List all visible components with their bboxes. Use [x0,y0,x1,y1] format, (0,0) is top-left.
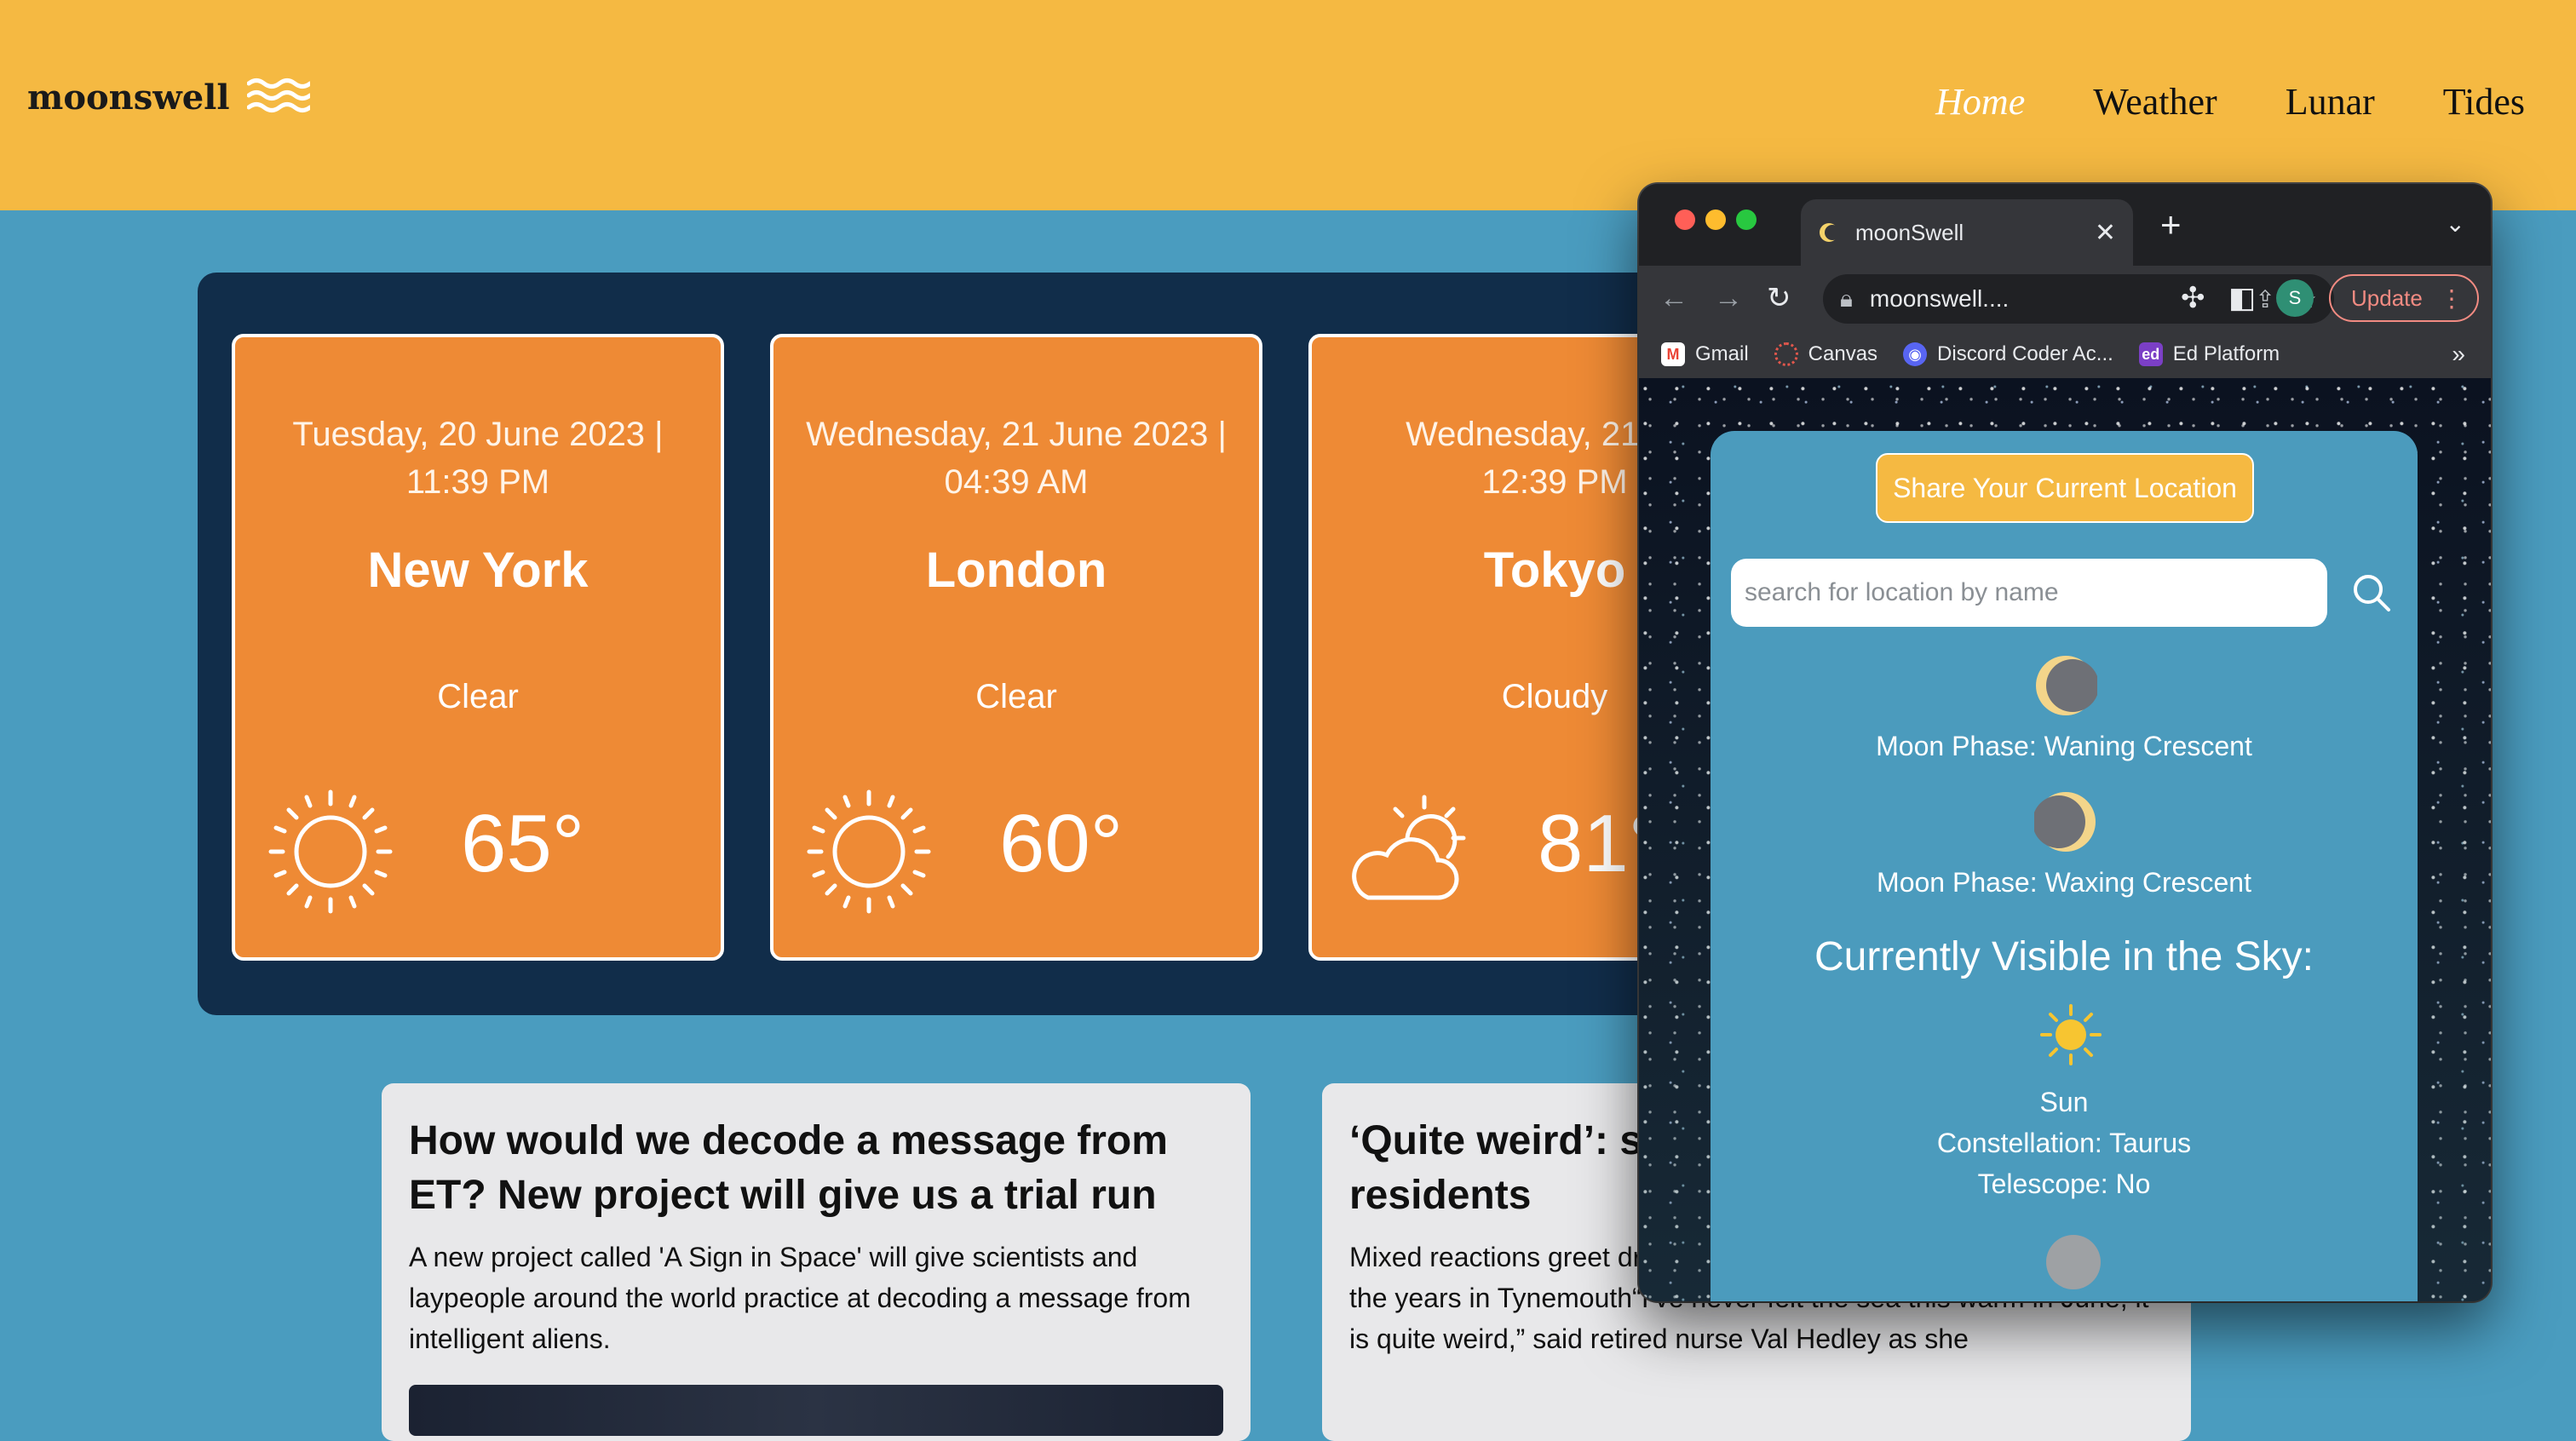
moon-phase-label: Moon Phase: Waning Crescent [1876,731,2252,761]
site-header: moonswell Home Weather Lunar Tides [0,0,2576,210]
new-tab-button[interactable]: + [2160,204,2182,245]
nav-tides[interactable]: Tides [2443,80,2525,123]
nav-lunar[interactable]: Lunar [2286,80,2375,123]
sky-body-name: Sun [2039,1087,2089,1117]
card-date: Wednesday, 21 June 2023 | 04:39 AM [806,416,1227,501]
article-summary: A new project called 'A Sign in Space' w… [409,1242,1191,1354]
profile-avatar[interactable]: S [2276,279,2314,317]
tab-close-icon[interactable]: ✕ [2095,218,2116,248]
page-viewport: Share Your Current Location Moon Phase: … [1639,378,2491,1301]
waves-icon [246,78,310,112]
card-date-line2: 12:39 PM [1481,463,1628,501]
card-city: New York [367,543,589,598]
window-minimize-button[interactable] [1705,210,1726,230]
weather-cards-panel: Tuesday, 20 June 2023 | 11:39 PM New Yor… [198,273,1801,1015]
window-close-button[interactable] [1675,210,1695,230]
update-label: Update [2351,284,2423,311]
sky-body-constellation: Constellation: Taurus [1936,1128,2192,1158]
lunar-panel: Share Your Current Location Moon Phase: … [1711,431,2418,1301]
browser-toolbar: ← → ↻ 🔒︎ moonswell.... ⇪ ☆ ✣ ◧ S Update … [1639,266,2491,330]
main-nav: Home Weather Lunar Tides [1935,80,2525,123]
more-menu-icon[interactable]: ⋮ [2440,284,2464,313]
bookmark-canvas[interactable]: Canvas [1774,342,1877,366]
bookmark-label: Gmail [1695,342,1749,365]
moon-favicon-icon [1820,223,1840,242]
browser-window: moonSwell ✕ + ⌄ ← → ↻ 🔒︎ moonswell.... ⇪… [1639,184,2491,1301]
weather-card[interactable]: Wednesday, 21 June 2023 | 04:39 AM Londo… [770,334,1262,961]
article-image [409,1385,1223,1436]
partly-cloudy-icon [1352,795,1466,900]
bookmarks-bar: M Gmail Canvas ◉ Discord Coder Ac... ed … [1639,330,2491,378]
address-bar[interactable]: 🔒︎ moonswell.... ⇪ ☆ [1823,274,2334,324]
article-title[interactable]: How would we decode a message from ET? N… [409,1114,1223,1223]
sun-emoji-icon [2040,1004,2102,1065]
bookmark-ed[interactable]: ed Ed Platform [2138,342,2280,366]
card-condition: Clear [437,678,519,715]
sun-icon [807,789,931,914]
bookmark-gmail[interactable]: M Gmail [1661,342,1749,366]
ed-icon: ed [2138,342,2163,366]
nav-home[interactable]: Home [1935,80,2025,123]
bookmark-label: Ed Platform [2172,342,2280,365]
window-maximize-button[interactable] [1736,210,1757,230]
visible-sky-heading: Currently Visible in the Sky: [1814,934,2314,979]
weather-card[interactable]: Tuesday, 20 June 2023 | 11:39 PM New Yor… [232,334,724,961]
browser-tab-bar: moonSwell ✕ + ⌄ [1639,184,2491,266]
back-arrow-icon[interactable]: ← [1659,281,1688,315]
bookmark-label: Canvas [1808,342,1878,365]
canvas-icon [1774,342,1798,366]
browser-tab[interactable]: moonSwell ✕ [1801,199,2133,266]
side-panel-icon[interactable]: ◧ [2228,281,2256,315]
share-location-button[interactable]: Share Your Current Location [1876,453,2254,523]
moon-body-icon [2046,1235,2101,1289]
update-button[interactable]: Update ⋮ [2329,274,2479,322]
reload-icon[interactable]: ↻ [1767,281,1791,315]
card-date: Tuesday, 20 June 2023 | 11:39 PM [292,416,664,501]
extensions-puzzle-icon[interactable]: ✣ [2181,281,2205,315]
nav-weather[interactable]: Weather [2093,80,2217,123]
share-icon[interactable]: ⇪ [2255,285,2274,313]
tab-title: moonSwell [1855,219,1964,245]
lock-icon: 🔒︎ [1840,284,1853,312]
gmail-icon: M [1661,342,1685,366]
news-article[interactable]: How would we decode a message from ET? N… [382,1083,1251,1441]
forward-arrow-icon[interactable]: → [1714,281,1743,315]
card-temperature: 60° [999,798,1124,889]
bookmark-label: Discord Coder Ac... [1937,342,2113,365]
brand-name: moonswell [27,77,230,118]
waning-crescent-moon-icon [2036,656,2097,715]
discord-icon: ◉ [1903,342,1928,366]
moon-phase-label: Moon Phase: Waxing Crescent [1877,867,2251,898]
waxing-crescent-moon-icon [2034,792,2096,852]
sky-body-telescope: Telescope: No [1977,1168,2151,1199]
card-temperature: 65° [461,798,585,889]
card-condition: Clear [975,678,1057,715]
sun-icon [268,789,393,914]
bookmark-discord[interactable]: ◉ Discord Coder Ac... [1903,342,2113,366]
brand-logo[interactable]: moonswell [27,77,310,118]
bookmarks-overflow-icon[interactable]: » [2452,341,2465,368]
tab-search-chevron-icon[interactable]: ⌄ [2446,210,2465,238]
card-city: London [925,543,1107,598]
search-icon[interactable] [2351,572,2392,613]
location-search-input[interactable] [1731,559,2327,627]
